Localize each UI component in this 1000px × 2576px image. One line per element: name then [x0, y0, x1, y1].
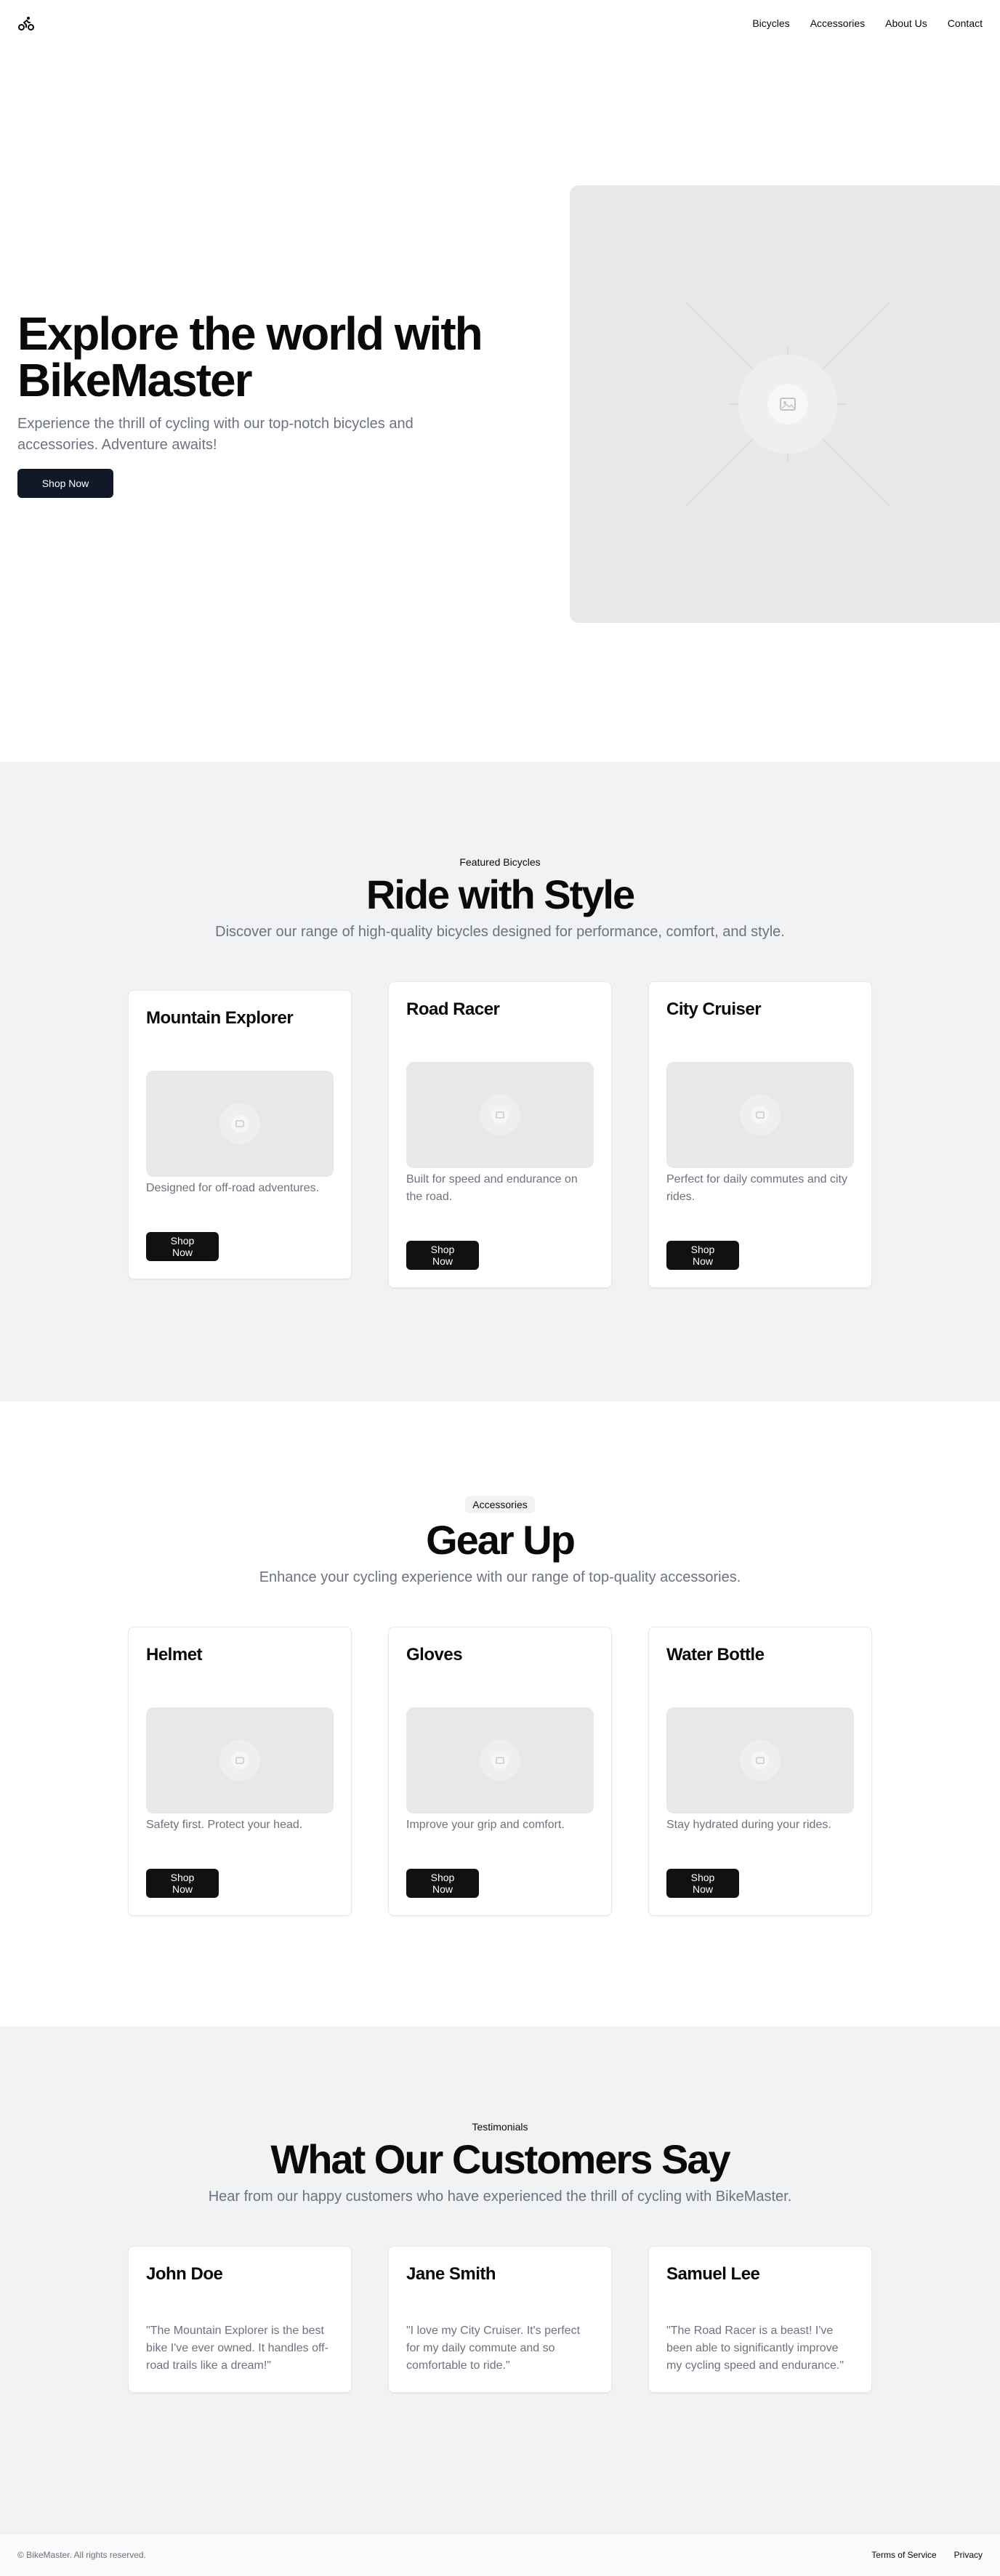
- card-image: [146, 1070, 334, 1177]
- hero-subtitle: Experience the thrill of cycling with ou…: [17, 416, 414, 453]
- image-placeholder-icon: [740, 1094, 781, 1135]
- accessory-cards: Helmet Safety first. Protect your head. …: [0, 1626, 1000, 1916]
- card-title: Helmet: [146, 1644, 203, 1665]
- hero-content: Explore the world with BikeMaster Experi…: [17, 310, 483, 498]
- nav-link-contact[interactable]: Contact: [948, 17, 983, 29]
- image-placeholder-icon: [740, 1739, 781, 1781]
- product-card: Road Racer Built for speed and endurance…: [388, 981, 612, 1288]
- section-subtitle: Discover our range of high-quality bicyc…: [215, 923, 785, 940]
- section-eyebrow-badge: Accessories: [465, 1496, 535, 1513]
- section-eyebrow: Featured Bicycles: [459, 856, 541, 868]
- testimonial-quote: "The Mountain Explorer is the best bike …: [146, 2324, 328, 2372]
- product-cards: Mountain Explorer Designed for off-road …: [0, 981, 1000, 1288]
- hero-shop-now-button[interactable]: Shop Now: [17, 469, 113, 498]
- card-image: [406, 1707, 594, 1814]
- card-image: [406, 1061, 594, 1168]
- section-title: What Our Customers Say: [270, 2136, 730, 2182]
- nav-link-accessories[interactable]: Accessories: [810, 17, 865, 29]
- card-description: Perfect for daily commutes and city ride…: [666, 1172, 847, 1203]
- testimonial-card: Samuel Lee "The Road Racer is a beast! I…: [648, 2245, 872, 2393]
- accessory-card: Water Bottle Stay hydrated during your r…: [648, 1626, 872, 1916]
- footer-copyright: © BikeMaster. All rights reserved.: [17, 2550, 146, 2560]
- hero-image: [570, 185, 1000, 623]
- testimonial-cards: John Doe "The Mountain Explorer is the b…: [0, 2245, 1000, 2393]
- testimonial-quote: "The Road Racer is a beast! I've been ab…: [666, 2324, 844, 2372]
- card-image: [666, 1707, 854, 1814]
- footer-link-terms[interactable]: Terms of Service: [871, 2550, 936, 2560]
- section-subtitle: Enhance your cycling experience with our…: [259, 1569, 741, 1585]
- footer-links: Terms of Service Privacy: [871, 2550, 983, 2560]
- product-card: City Cruiser Perfect for daily commutes …: [648, 981, 872, 1288]
- image-placeholder-icon: [685, 302, 890, 507]
- section-subtitle: Hear from our happy customers who have e…: [208, 2188, 792, 2205]
- shop-now-button[interactable]: Shop Now: [406, 1868, 479, 1898]
- nav-link-about-us[interactable]: About Us: [885, 17, 927, 29]
- shop-now-button[interactable]: Shop Now: [146, 1868, 219, 1898]
- featured-bicycles-section: Featured Bicycles Ride with Style Discov…: [0, 762, 1000, 1401]
- site-header: Bicycles Accessories About Us Contact: [0, 0, 1000, 47]
- card-description: Safety first. Protect your head.: [146, 1818, 303, 1831]
- bicycle-icon[interactable]: [17, 15, 35, 32]
- card-image: [666, 1061, 854, 1168]
- footer-link-privacy[interactable]: Privacy: [954, 2550, 983, 2560]
- testimonials-section: Testimonials What Our Customers Say Hear…: [0, 2026, 1000, 2533]
- section-eyebrow: Testimonials: [472, 2121, 528, 2133]
- card-description: Designed for off-road adventures.: [146, 1181, 320, 1194]
- accessory-card: Helmet Safety first. Protect your head. …: [128, 1626, 352, 1916]
- testimonial-card: John Doe "The Mountain Explorer is the b…: [128, 2245, 352, 2393]
- shop-now-button[interactable]: Shop Now: [406, 1240, 479, 1270]
- card-image: [146, 1707, 334, 1814]
- shop-now-button[interactable]: Shop Now: [146, 1231, 219, 1261]
- accessory-card: Gloves Improve your grip and comfort. Sh…: [388, 1626, 612, 1916]
- card-title: Mountain Explorer: [146, 1007, 294, 1028]
- testimonial-name: Samuel Lee: [666, 2263, 760, 2284]
- card-title: Gloves: [406, 1644, 463, 1665]
- image-placeholder-icon: [480, 1739, 520, 1781]
- section-title: Gear Up: [426, 1517, 576, 1563]
- card-title: Water Bottle: [666, 1644, 765, 1665]
- image-placeholder-icon: [219, 1103, 260, 1144]
- card-description: Improve your grip and comfort.: [406, 1818, 565, 1831]
- image-placeholder-icon: [219, 1739, 260, 1781]
- site-footer: © BikeMaster. All rights reserved. Terms…: [0, 2533, 1000, 2576]
- card-title: City Cruiser: [666, 999, 762, 1019]
- hero-section: Explore the world with BikeMaster Experi…: [0, 47, 1000, 762]
- shop-now-button[interactable]: Shop Now: [666, 1868, 739, 1898]
- section-title: Ride with Style: [366, 872, 635, 917]
- main-nav: Bicycles Accessories About Us Contact: [752, 17, 983, 29]
- shop-now-button[interactable]: Shop Now: [666, 1240, 739, 1270]
- image-placeholder-icon: [480, 1094, 520, 1135]
- hero-title: Explore the world with BikeMaster: [17, 307, 483, 406]
- testimonial-name: Jane Smith: [406, 2263, 496, 2284]
- accessories-section: Accessories Gear Up Enhance your cycling…: [0, 1401, 1000, 2026]
- card-description: Stay hydrated during your rides.: [666, 1818, 831, 1831]
- card-description: Built for speed and endurance on the roa…: [406, 1172, 578, 1203]
- testimonial-quote: "I love my City Cruiser. It's perfect fo…: [406, 2324, 581, 2372]
- testimonial-name: John Doe: [146, 2263, 223, 2284]
- testimonial-card: Jane Smith "I love my City Cruiser. It's…: [388, 2245, 612, 2393]
- card-title: Road Racer: [406, 999, 500, 1019]
- product-card: Mountain Explorer Designed for off-road …: [128, 989, 352, 1279]
- nav-link-bicycles[interactable]: Bicycles: [752, 17, 789, 29]
